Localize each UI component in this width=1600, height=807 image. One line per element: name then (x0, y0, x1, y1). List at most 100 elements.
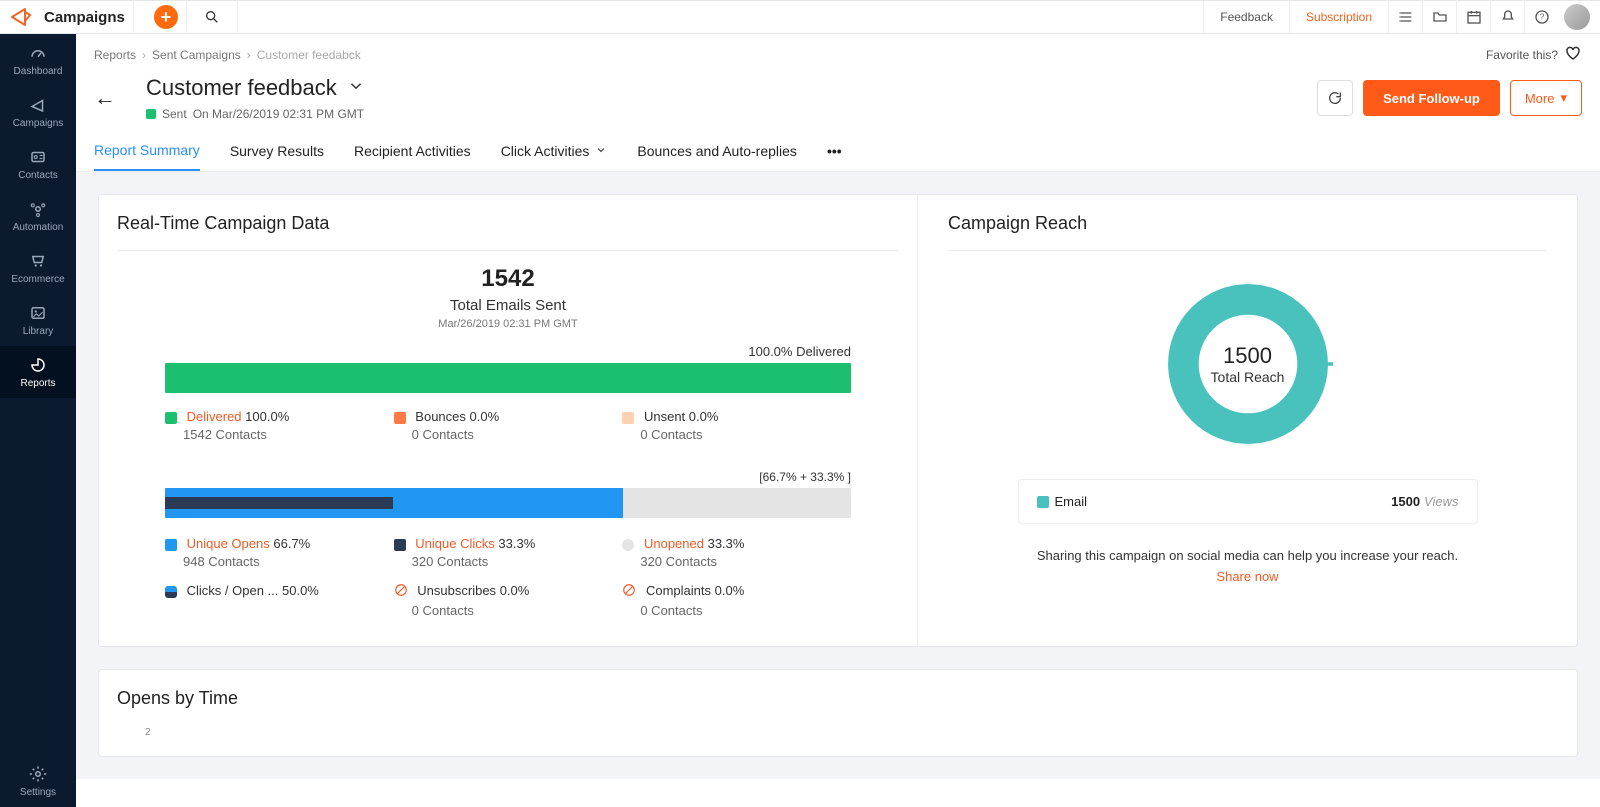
megaphone-icon (6, 2, 36, 32)
help-icon[interactable]: ? (1524, 0, 1558, 34)
sidenav-label: Contacts (18, 170, 57, 181)
more-label: More (1525, 91, 1555, 106)
reach-legend-views: Views (1424, 494, 1458, 509)
reach-legend-num: 1500 (1391, 494, 1420, 509)
status-chip (146, 109, 156, 119)
chevron-down-icon (595, 143, 607, 159)
breadcrumb-reports[interactable]: Reports (94, 48, 136, 62)
unsent-pct: 0.0% (689, 409, 719, 424)
tab-report-summary[interactable]: Report Summary (94, 131, 200, 171)
more-tabs-button[interactable]: ••• (827, 131, 857, 171)
engagement-bar (165, 488, 851, 518)
complaints-label: Complaints (646, 583, 711, 598)
caret-down-icon: ▾ (1560, 90, 1567, 106)
sidenav-item-campaigns[interactable]: Campaigns (0, 86, 76, 138)
circle-icon (622, 539, 634, 551)
unsent-label: Unsent (644, 409, 685, 424)
breadcrumb-sent-campaigns[interactable]: Sent Campaigns (152, 48, 241, 62)
unopened-link[interactable]: Unopened (644, 536, 704, 551)
total-emails-num: 1542 (117, 265, 899, 293)
status-text: Sent (162, 107, 187, 121)
reach-num: 1500 (1211, 343, 1285, 369)
delivered-bar (165, 363, 851, 393)
sidenav-label: Library (23, 326, 54, 337)
square-icon (394, 412, 406, 424)
delivered-pct-label: 100.0% Delivered (117, 344, 899, 359)
square-icon (394, 539, 406, 551)
send-followup-button[interactable]: Send Follow-up (1363, 80, 1500, 116)
unsubscribes-pct: 0.0% (500, 583, 530, 598)
sidenav: Dashboard Campaigns Contacts Automation … (0, 34, 76, 807)
total-emails-label: Total Emails Sent (117, 297, 899, 314)
sidenav-label: Campaigns (13, 118, 64, 129)
square-icon (165, 539, 177, 551)
subscription-link[interactable]: Subscription (1289, 1, 1388, 33)
ratio-icon (165, 586, 177, 598)
sidenav-label: Settings (20, 787, 56, 798)
chevron-right-icon: › (247, 48, 251, 62)
sidenav-item-ecommerce[interactable]: Ecommerce (0, 242, 76, 294)
unique-opens-link[interactable]: Unique Opens (187, 536, 270, 551)
tab-click-activities[interactable]: Click Activities (501, 131, 608, 171)
opens-title: Opens by Time (117, 688, 1559, 709)
realtime-title: Real-Time Campaign Data (117, 213, 899, 251)
unsubscribes-sub: 0 Contacts (412, 603, 623, 618)
unique-clicks-link[interactable]: Unique Clicks (415, 536, 494, 551)
breadcrumb-current: Customer feedabck (257, 48, 361, 62)
page-title: Customer feedback (146, 75, 337, 101)
more-button[interactable]: More ▾ (1510, 80, 1582, 116)
clicks-open-ratio-pct: 50.0% (282, 583, 319, 598)
tab-survey-results[interactable]: Survey Results (230, 131, 324, 171)
unique-opens-sub: 948 Contacts (183, 554, 394, 569)
square-icon (1037, 496, 1049, 508)
sidenav-item-dashboard[interactable]: Dashboard (0, 34, 76, 86)
tab-recipient-activities[interactable]: Recipient Activities (354, 131, 471, 171)
unsent-sub: 0 Contacts (640, 427, 851, 442)
sidenav-item-reports[interactable]: Reports (0, 346, 76, 398)
sidenav-item-contacts[interactable]: Contacts (0, 138, 76, 190)
feedback-link[interactable]: Feedback (1203, 1, 1289, 33)
avatar[interactable] (1564, 4, 1590, 30)
sidenav-item-settings[interactable]: Settings (0, 755, 76, 807)
add-button[interactable]: + (154, 5, 178, 29)
engagement-pct-label: [66.7% + 33.3% ] (165, 470, 851, 484)
reach-title: Campaign Reach (948, 213, 1547, 251)
bell-icon[interactable] (1490, 0, 1524, 34)
favorite-label: Favorite this? (1486, 48, 1558, 62)
list-icon[interactable] (1388, 0, 1422, 34)
chevron-down-icon[interactable] (347, 75, 365, 101)
unsubscribes-label: Unsubscribes (417, 583, 496, 598)
sidenav-label: Dashboard (14, 66, 63, 77)
reach-note: Sharing this campaign on social media ca… (948, 548, 1547, 563)
y-axis-tick: 2 (145, 727, 1559, 738)
unique-opens-pct: 66.7% (273, 536, 310, 551)
clicks-open-ratio-label: Clicks / Open ... (187, 583, 279, 598)
complaints-pct: 0.0% (715, 583, 745, 598)
bounces-pct: 0.0% (470, 409, 500, 424)
refresh-button[interactable] (1317, 80, 1353, 116)
chevron-right-icon: › (142, 48, 146, 62)
square-icon (622, 412, 634, 424)
unopened-sub: 320 Contacts (640, 554, 851, 569)
ban-icon (394, 583, 408, 600)
tab-bounces-autoreplies[interactable]: Bounces and Auto-replies (637, 131, 797, 171)
share-now-link[interactable]: Share now (948, 569, 1547, 584)
bounces-sub: 0 Contacts (412, 427, 623, 442)
sidenav-item-library[interactable]: Library (0, 294, 76, 346)
delivered-link[interactable]: Delivered (187, 409, 242, 424)
unique-clicks-sub: 320 Contacts (412, 554, 623, 569)
delivered-sub: 1542 Contacts (183, 427, 394, 442)
svg-text:?: ? (1539, 13, 1544, 22)
heart-icon[interactable] (1564, 44, 1582, 65)
tab-label: Click Activities (501, 143, 590, 159)
topbar: Campaigns + Feedback Subscription ? (0, 0, 1600, 34)
search-icon[interactable] (195, 0, 229, 34)
back-button[interactable]: ← (94, 85, 116, 111)
calendar-icon[interactable] (1456, 0, 1490, 34)
folder-icon[interactable] (1422, 0, 1456, 34)
reach-legend-label: Email (1055, 494, 1088, 509)
sidenav-item-automation[interactable]: Automation (0, 190, 76, 242)
main: Reports › Sent Campaigns › Customer feed… (76, 34, 1600, 807)
complaints-sub: 0 Contacts (640, 603, 851, 618)
delivered-pct: 100.0% (245, 409, 289, 424)
